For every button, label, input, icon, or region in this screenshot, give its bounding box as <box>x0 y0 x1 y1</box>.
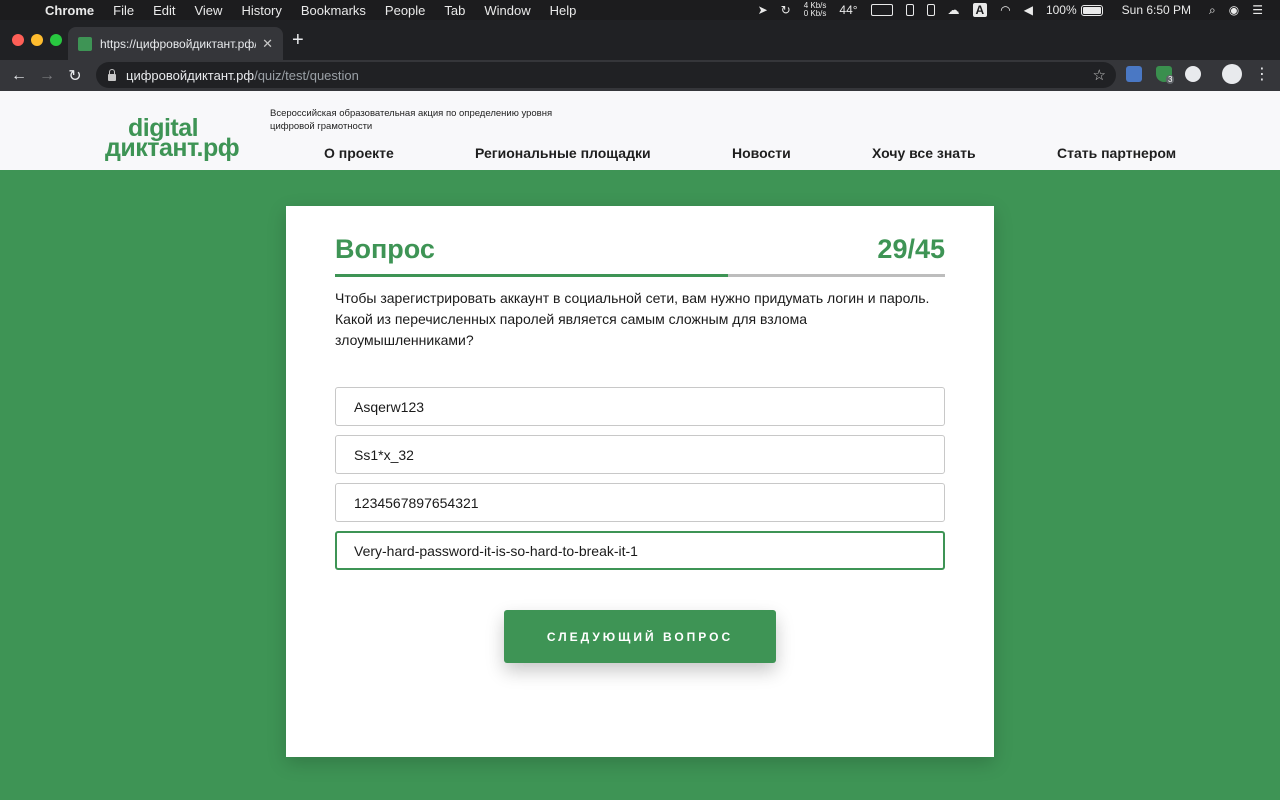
nav-regional-venues[interactable]: Региональные площадки <box>475 145 651 161</box>
cloud-icon[interactable]: ☁ <box>948 3 960 17</box>
sync-icon[interactable]: ↻ <box>781 3 791 17</box>
macos-menu-bar: Chrome File Edit View History Bookmarks … <box>0 0 1280 20</box>
notification-center-icon[interactable]: ☰ <box>1252 3 1263 17</box>
menu-file[interactable]: File <box>113 3 134 18</box>
wifi-icon[interactable]: ◠ <box>1000 3 1010 17</box>
chrome-menu-icon[interactable]: ⋮ <box>1254 64 1270 84</box>
telegram-icon[interactable]: ➤ <box>758 3 768 17</box>
net-down-speed: 0 Kb/s <box>803 9 827 18</box>
spotlight-search-icon[interactable]: ⌕ <box>1209 3 1216 18</box>
tab-close-icon[interactable]: ✕ <box>262 36 273 52</box>
quiz-progress-fill <box>335 274 728 277</box>
menu-bookmarks[interactable]: Bookmarks <box>301 3 366 18</box>
next-question-button[interactable]: СЛЕДУЮЩИЙ ВОПРОС <box>504 610 776 663</box>
battery-icon <box>1080 4 1103 16</box>
answer-option-4[interactable]: Very-hard-password-it-is-so-hard-to-brea… <box>335 531 945 570</box>
nav-become-partner[interactable]: Стать партнером <box>1057 145 1176 161</box>
menu-help[interactable]: Help <box>550 3 577 18</box>
window-close-button[interactable] <box>12 34 24 46</box>
quiz-progress-bar <box>335 274 945 277</box>
answer-option-1[interactable]: Asqerw123 <box>335 387 945 426</box>
url-host: цифровойдиктант.рф <box>126 67 255 83</box>
nav-about[interactable]: О проекте <box>324 145 394 161</box>
status-area: ➤ ↻ 4 Kb/s 0 Kb/s 44° ☁ A ◠ ◀ 100% Sun 6… <box>758 0 1280 20</box>
translate-extension-icon[interactable] <box>1126 66 1142 82</box>
menu-window[interactable]: Window <box>484 3 530 18</box>
nav-want-to-know[interactable]: Хочу все знать <box>872 145 976 161</box>
disk-icon <box>926 4 935 16</box>
question-counter: 29/45 <box>877 234 945 264</box>
battery-percent: 100% <box>1045 3 1077 17</box>
tab-title: https://цифровойдиктант.рф/qu <box>100 36 257 51</box>
browser-tab-active[interactable]: https://цифровойдиктант.рф/qu ✕ <box>68 27 283 60</box>
menu-people[interactable]: People <box>385 3 425 18</box>
answer-option-3[interactable]: 1234567897654321 <box>335 483 945 522</box>
logo-line-2: диктант.рф <box>105 134 240 162</box>
cpu-graph-icon <box>870 4 893 16</box>
question-text: Чтобы зарегистрировать аккаунт в социаль… <box>335 290 930 348</box>
site-logo[interactable]: digital диктант.рф <box>105 116 240 162</box>
quiz-card: Вопрос 29/45 Чтобы зарегистрировать акка… <box>286 206 994 757</box>
profile-avatar-icon[interactable] <box>1222 64 1242 84</box>
temperature: 44° <box>839 3 858 17</box>
menu-edit[interactable]: Edit <box>153 3 175 18</box>
reload-button[interactable]: ↻ <box>61 66 89 86</box>
new-tab-button[interactable]: + <box>292 30 304 50</box>
back-button[interactable]: ← <box>5 67 33 85</box>
nav-news[interactable]: Новости <box>732 145 791 161</box>
question-title: Вопрос <box>335 234 435 264</box>
network-speed: 4 Kb/s 0 Kb/s <box>804 2 827 18</box>
play-extension-icon[interactable] <box>1185 66 1201 82</box>
menu-history[interactable]: History <box>241 3 281 18</box>
address-bar[interactable]: цифровойдиктант.рф /quiz/test/question ☆ <box>96 62 1116 88</box>
site-favicon-icon <box>78 36 92 51</box>
menu-chrome[interactable]: Chrome <box>45 3 94 18</box>
forward-button[interactable]: → <box>33 67 61 85</box>
site-tagline: Всероссийская образовательная акция по о… <box>270 108 553 132</box>
lock-icon[interactable] <box>108 68 116 81</box>
memory-graph-icon <box>905 4 914 16</box>
volume-icon[interactable]: ◀ <box>1024 3 1033 17</box>
window-zoom-button[interactable] <box>50 34 62 46</box>
browser-toolbar: ← → ↻ цифровойдиктант.рф /quiz/test/ques… <box>0 60 1280 91</box>
url-path: /quiz/test/question <box>254 67 359 83</box>
window-minimize-button[interactable] <box>31 34 43 46</box>
menu-tab[interactable]: Tab <box>444 3 465 18</box>
menu-view[interactable]: View <box>194 3 222 18</box>
browser-tab-strip: https://цифровойдиктант.рф/qu ✕ + <box>0 20 1280 60</box>
clock[interactable]: Sun 6:50 PM <box>1122 3 1191 17</box>
answer-option-2[interactable]: Ss1*x_32 <box>335 435 945 474</box>
battery-indicator[interactable]: 100% <box>1046 3 1103 17</box>
bookmark-star-icon[interactable]: ☆ <box>1093 66 1106 84</box>
input-source-icon[interactable]: A <box>972 3 988 17</box>
siri-icon[interactable]: ◉ <box>1229 3 1239 17</box>
